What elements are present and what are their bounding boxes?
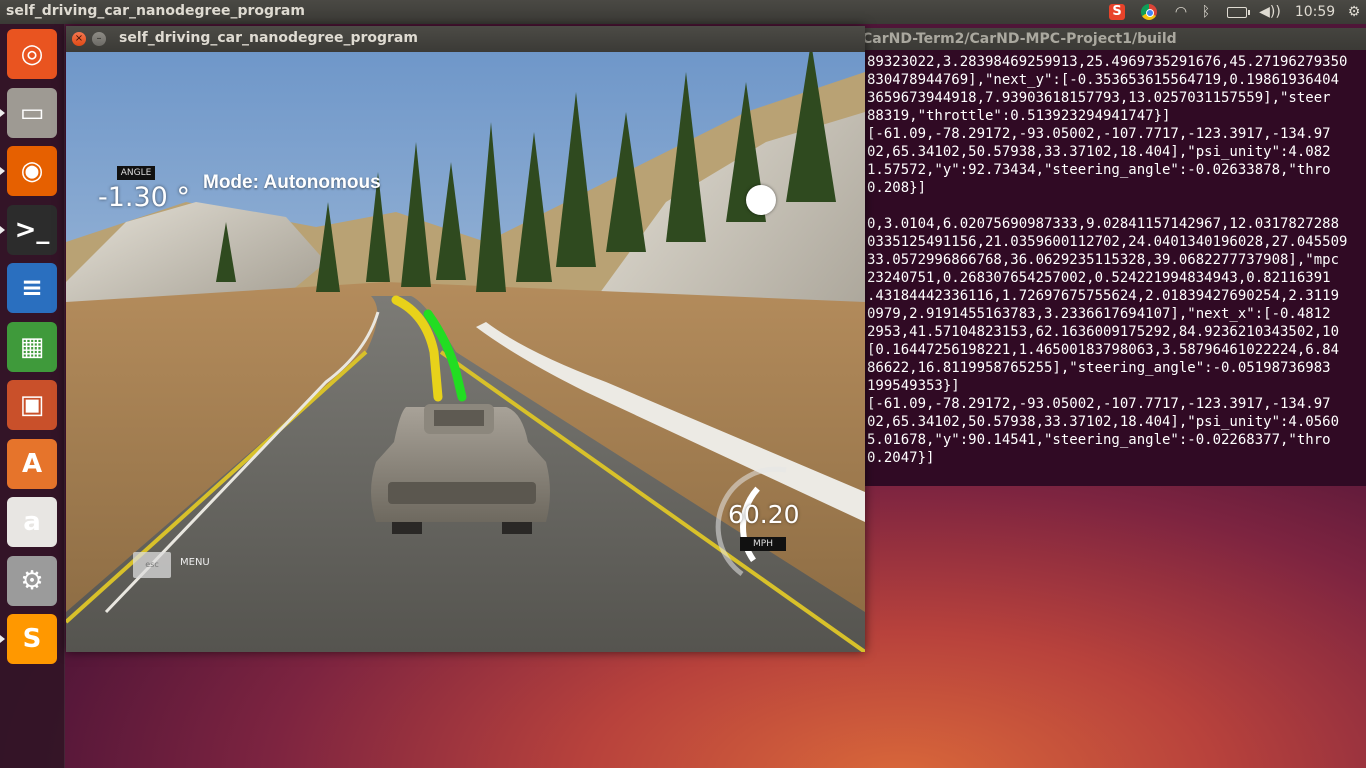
speed-unit-label: MPH xyxy=(740,537,786,551)
top-panel: self_driving_car_nanodegree_program S ◠ … xyxy=(0,0,1366,24)
terminal-line: 33.0572996866768,36.0629235115328,39.068… xyxy=(867,252,1340,268)
terminal-line: 1.57572,"y":92.73434,"steering_angle":-0… xyxy=(867,162,1331,178)
launcher-files[interactable]: ▭ xyxy=(7,87,57,138)
chrome-icon[interactable] xyxy=(1139,2,1159,22)
launcher-system-settings[interactable]: ⚙ xyxy=(7,555,57,606)
terminal-window[interactable]: CarND-Term2/CarND-MPC-Project1/build 893… xyxy=(862,28,1366,486)
simulator-titlebar[interactable]: × – self_driving_car_nanodegree_program xyxy=(66,26,865,52)
running-indicator xyxy=(0,108,5,117)
active-app-title: self_driving_car_nanodegree_program xyxy=(6,3,305,19)
angle-label: ANGLE xyxy=(117,166,155,180)
terminal-line: 0.2047}] xyxy=(867,450,935,466)
launcher-sublime-text[interactable]: S xyxy=(7,614,57,664)
system-settings-icon: ⚙ xyxy=(20,565,44,596)
close-button[interactable]: × xyxy=(72,32,86,46)
running-indicator xyxy=(0,635,5,643)
libreoffice-calc-icon: ▦ xyxy=(19,331,45,362)
launcher-firefox[interactable]: ◉ xyxy=(7,146,57,196)
settings-gear-icon[interactable]: ⚙ xyxy=(1345,2,1363,22)
launcher-amazon[interactable]: a xyxy=(7,497,57,547)
mouse-cursor xyxy=(746,185,776,215)
volume-icon[interactable]: ◀)) xyxy=(1258,2,1282,22)
steering-angle-value: -1.30 ° xyxy=(98,182,190,213)
terminal-line: 89323022,3.28398469259913,25.49697352916… xyxy=(867,54,1348,70)
launcher-libreoffice-calc[interactable]: ▦ xyxy=(7,321,57,372)
terminal-line: 02,65.34102,50.57938,33.37102,18.404],"p… xyxy=(867,144,1331,160)
amazon-icon: a xyxy=(23,507,41,537)
terminal-title: CarND-Term2/CarND-MPC-Project1/build xyxy=(862,28,1366,50)
launcher-ubuntu-dash[interactable]: ◎ xyxy=(7,29,57,79)
terminal-line: 02,65.34102,50.57938,33.37102,18.404],"p… xyxy=(867,414,1340,430)
bluetooth-icon[interactable]: ᛒ xyxy=(1198,2,1214,22)
mode-label: Mode: Autonomous xyxy=(203,172,381,193)
minimize-button[interactable]: – xyxy=(92,32,106,46)
launcher-libreoffice-impress[interactable]: ▣ xyxy=(7,380,57,430)
clock[interactable]: 10:59 xyxy=(1290,2,1340,22)
sublime-text-icon: S xyxy=(22,624,42,654)
running-indicator xyxy=(0,225,5,234)
terminal-line: 5.01678,"y":90.14541,"steering_angle":-0… xyxy=(867,432,1331,448)
battery-icon[interactable] xyxy=(1224,2,1250,22)
sogou-icon[interactable]: S xyxy=(1107,2,1127,22)
simulator-viewport[interactable]: ANGLE -1.30 ° Mode: Autonomous 60.20 MPH… xyxy=(66,52,865,652)
esc-button[interactable]: esc xyxy=(133,552,171,578)
terminal-line: 23240751,0.268307654257002,0.52422199483… xyxy=(867,270,1331,286)
terminal-line: 2953,41.57104823153,62.1636009175292,84.… xyxy=(867,324,1340,340)
terminal-line: 3659673944918,7.93903618157793,13.025703… xyxy=(867,90,1331,106)
speed-value: 60.20 xyxy=(728,500,800,529)
terminal-line: [-61.09,-78.29172,-93.05002,-107.7717,-1… xyxy=(867,396,1331,412)
ubuntu-dash-icon: ◎ xyxy=(20,39,44,69)
launcher-terminal[interactable]: >_ xyxy=(7,204,57,255)
menu-label: MENU xyxy=(180,557,210,568)
terminal-line: 0979,2.9191455163783,3.2336617694107],"n… xyxy=(867,306,1331,322)
terminal-line: [-61.09,-78.29172,-93.05002,-107.7717,-1… xyxy=(867,126,1331,142)
terminal-line: 88319,"throttle":0.513923294941747}] xyxy=(867,108,1171,124)
terminal-line: 0,3.0104,6.02075690987333,9.028411571429… xyxy=(867,216,1340,232)
launcher: ◎ ▭ ◉ >_ ≡ ▦ ▣ Aa ⚙ S xyxy=(0,24,65,768)
terminal-output[interactable]: 89323022,3.28398469259913,25.49697352916… xyxy=(867,53,1366,467)
terminal-icon: >_ xyxy=(14,214,50,245)
terminal-line: [0.16447256198221,1.46500183798063,3.587… xyxy=(867,342,1340,358)
firefox-icon: ◉ xyxy=(20,156,44,186)
simulator-title: self_driving_car_nanodegree_program xyxy=(119,30,418,46)
ubuntu-software-icon: A xyxy=(21,448,43,479)
simulator-window: × – self_driving_car_nanodegree_program xyxy=(66,26,865,652)
launcher-ubuntu-software[interactable]: A xyxy=(7,438,57,489)
terminal-line: 830478944769],"next_y":[-0.3536536155647… xyxy=(867,72,1340,88)
terminal-line: .43184442336116,1.72697675755624,2.01839… xyxy=(867,288,1340,304)
libreoffice-writer-icon: ≡ xyxy=(21,273,43,303)
libreoffice-impress-icon: ▣ xyxy=(19,390,45,420)
terminal-line: 199549353}] xyxy=(867,378,960,394)
launcher-libreoffice-writer[interactable]: ≡ xyxy=(7,263,57,313)
files-icon: ▭ xyxy=(19,97,45,128)
terminal-line: 86622,16.8119958765255],"steering_angle"… xyxy=(867,360,1331,376)
terminal-line: 0335125491156,21.0359600112702,24.040134… xyxy=(867,234,1348,250)
terminal-line: 0.208}] xyxy=(867,180,927,196)
wifi-icon[interactable]: ◠ xyxy=(1170,2,1192,22)
running-indicator xyxy=(0,167,5,175)
